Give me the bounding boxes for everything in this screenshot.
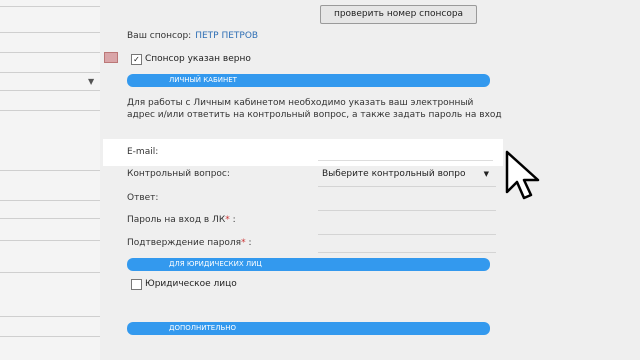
question-select-value: Выберите контрольный вопро [322,169,466,179]
left-divider [0,90,100,91]
sponsor-confirm-checkbox[interactable]: ✓ [131,54,142,65]
chevron-down-icon: ▼ [483,170,489,178]
left-divider [0,72,100,73]
bottom-partial-element [330,351,375,357]
left-divider [0,52,100,53]
chevron-down-icon[interactable]: ▼ [88,77,94,86]
sponsor-confirm-label: Спонсор указан верно [145,54,251,64]
password-confirm-label-text: Подтверждение пароля [127,238,242,248]
left-column: ▼ [0,0,100,360]
required-mark: * [241,238,246,248]
email-field[interactable] [318,160,493,161]
left-divider [0,272,100,273]
left-divider [0,200,100,201]
question-select[interactable]: Выберите контрольный вопро ▼ [318,166,493,182]
password-confirm-label: Подтверждение пароля* : [127,238,252,248]
required-mark: * [225,215,230,225]
mouse-cursor-icon [505,150,540,200]
left-divider [0,336,100,337]
password-label-text: Пароль на вход в ЛК [127,215,226,225]
email-label: E-mail: [127,147,159,157]
sponsor-row: Ваш спонсор: ПЕТР ПЕТРОВ [127,31,258,41]
left-divider [0,32,100,33]
answer-field[interactable] [318,210,496,211]
password-confirm-field[interactable] [318,252,496,253]
password-field[interactable] [318,234,496,235]
section-legal-entities[interactable]: ДЛЯ ЮРИДИЧЕСКИХ ЛИЦ [127,258,490,271]
flag-icon [104,52,118,63]
section-title: ДЛЯ ЮРИДИЧЕСКИХ ЛИЦ [169,260,262,268]
left-divider [0,240,100,241]
left-divider [0,110,100,111]
left-divider [0,6,100,7]
section-title: ЛИЧНЫЙ КАБИНЕТ [169,76,237,84]
answer-label: Ответ: [127,193,159,203]
left-divider [0,316,100,317]
info-text: Для работы с Личным кабинетом необходимо… [127,98,502,120]
section-additional[interactable]: ДОПОЛНИТЕЛЬНО [127,322,490,335]
check-sponsor-button[interactable]: проверить номер спонсора [320,5,477,24]
email-row-highlight [103,139,503,166]
section-personal-cabinet[interactable]: ЛИЧНЫЙ КАБИНЕТ [127,74,490,87]
question-label: Контрольный вопрос: [127,169,230,179]
left-divider [0,170,100,171]
legal-entity-label: Юридическое лицо [145,279,237,289]
legal-entity-checkbox[interactable] [131,279,142,290]
sponsor-name-link[interactable]: ПЕТР ПЕТРОВ [195,31,258,41]
section-title: ДОПОЛНИТЕЛЬНО [169,324,237,332]
sponsor-label: Ваш спонсор: [127,31,192,41]
left-divider [0,218,100,219]
question-field-line [318,186,496,187]
password-label: Пароль на вход в ЛК* : [127,215,236,225]
